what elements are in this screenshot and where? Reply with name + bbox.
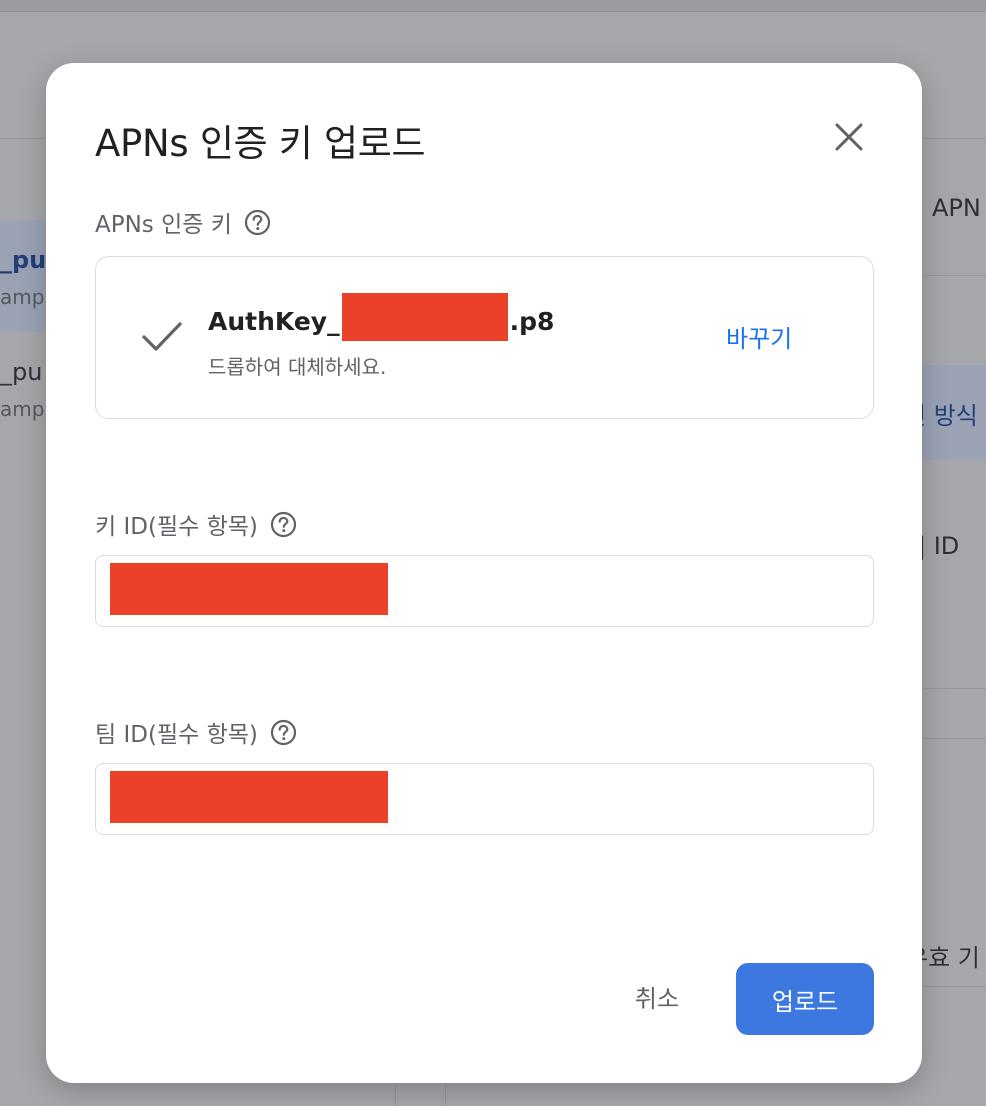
dialog-title: APNs 인증 키 업로드 xyxy=(95,122,426,165)
redacted-key-id xyxy=(341,293,508,341)
redacted-key-id-value xyxy=(110,563,388,615)
background-divider xyxy=(395,1083,396,1106)
background-apn-label: APN xyxy=(932,194,981,222)
background-divider xyxy=(0,138,46,139)
drop-to-replace-hint: 드롭하여 대체하세요. xyxy=(208,355,387,379)
key-id-input[interactable] xyxy=(95,555,874,627)
help-circle-icon[interactable] xyxy=(244,209,271,236)
file-name-suffix: .p8 xyxy=(509,306,555,336)
auth-key-label: APNs 인증 키 xyxy=(95,205,271,239)
background-divider xyxy=(922,986,986,987)
close-button[interactable] xyxy=(828,116,870,158)
background-divider xyxy=(445,1083,446,1106)
background-project-title: _pu xyxy=(0,358,43,386)
background-divider xyxy=(922,738,986,739)
team-id-label-text: 팀 ID(필수 항목) xyxy=(95,722,258,748)
key-id-label: 키 ID(필수 항목) xyxy=(95,507,297,541)
background-divider xyxy=(922,138,986,139)
help-circle-icon[interactable] xyxy=(270,719,297,746)
key-id-label-text: 키 ID(필수 항목) xyxy=(95,514,258,540)
background-project-subtitle: amp xyxy=(0,397,45,421)
background-project-subtitle: amp xyxy=(0,285,45,309)
close-icon xyxy=(835,123,863,151)
auth-key-label-text: APNs 인증 키 xyxy=(95,212,232,238)
replace-file-button[interactable]: 바꾸기 xyxy=(726,319,792,354)
background-project-title: _pu xyxy=(0,246,47,274)
background-id-label: | ID xyxy=(918,532,960,560)
background-top-bar xyxy=(0,0,986,12)
background-divider xyxy=(922,275,986,276)
team-id-input[interactable] xyxy=(95,763,874,835)
auth-key-file-name: AuthKey_ .p8 xyxy=(208,293,555,345)
upload-apns-key-dialog: APNs 인증 키 업로드 APNs 인증 키 AuthKey_ .p8 드롭하… xyxy=(46,63,922,1083)
file-name-prefix: AuthKey_ xyxy=(208,306,340,336)
help-circle-icon[interactable] xyxy=(270,511,297,538)
upload-button[interactable]: 업로드 xyxy=(736,963,874,1035)
auth-key-file-dropzone[interactable]: AuthKey_ .p8 드롭하여 대체하세요. 바꾸기 xyxy=(95,256,874,419)
cancel-button[interactable]: 취소 xyxy=(609,968,705,1024)
team-id-label: 팀 ID(필수 항목) xyxy=(95,715,297,749)
background-divider xyxy=(922,688,986,689)
check-icon xyxy=(142,322,182,351)
redacted-team-id-value xyxy=(110,771,388,823)
